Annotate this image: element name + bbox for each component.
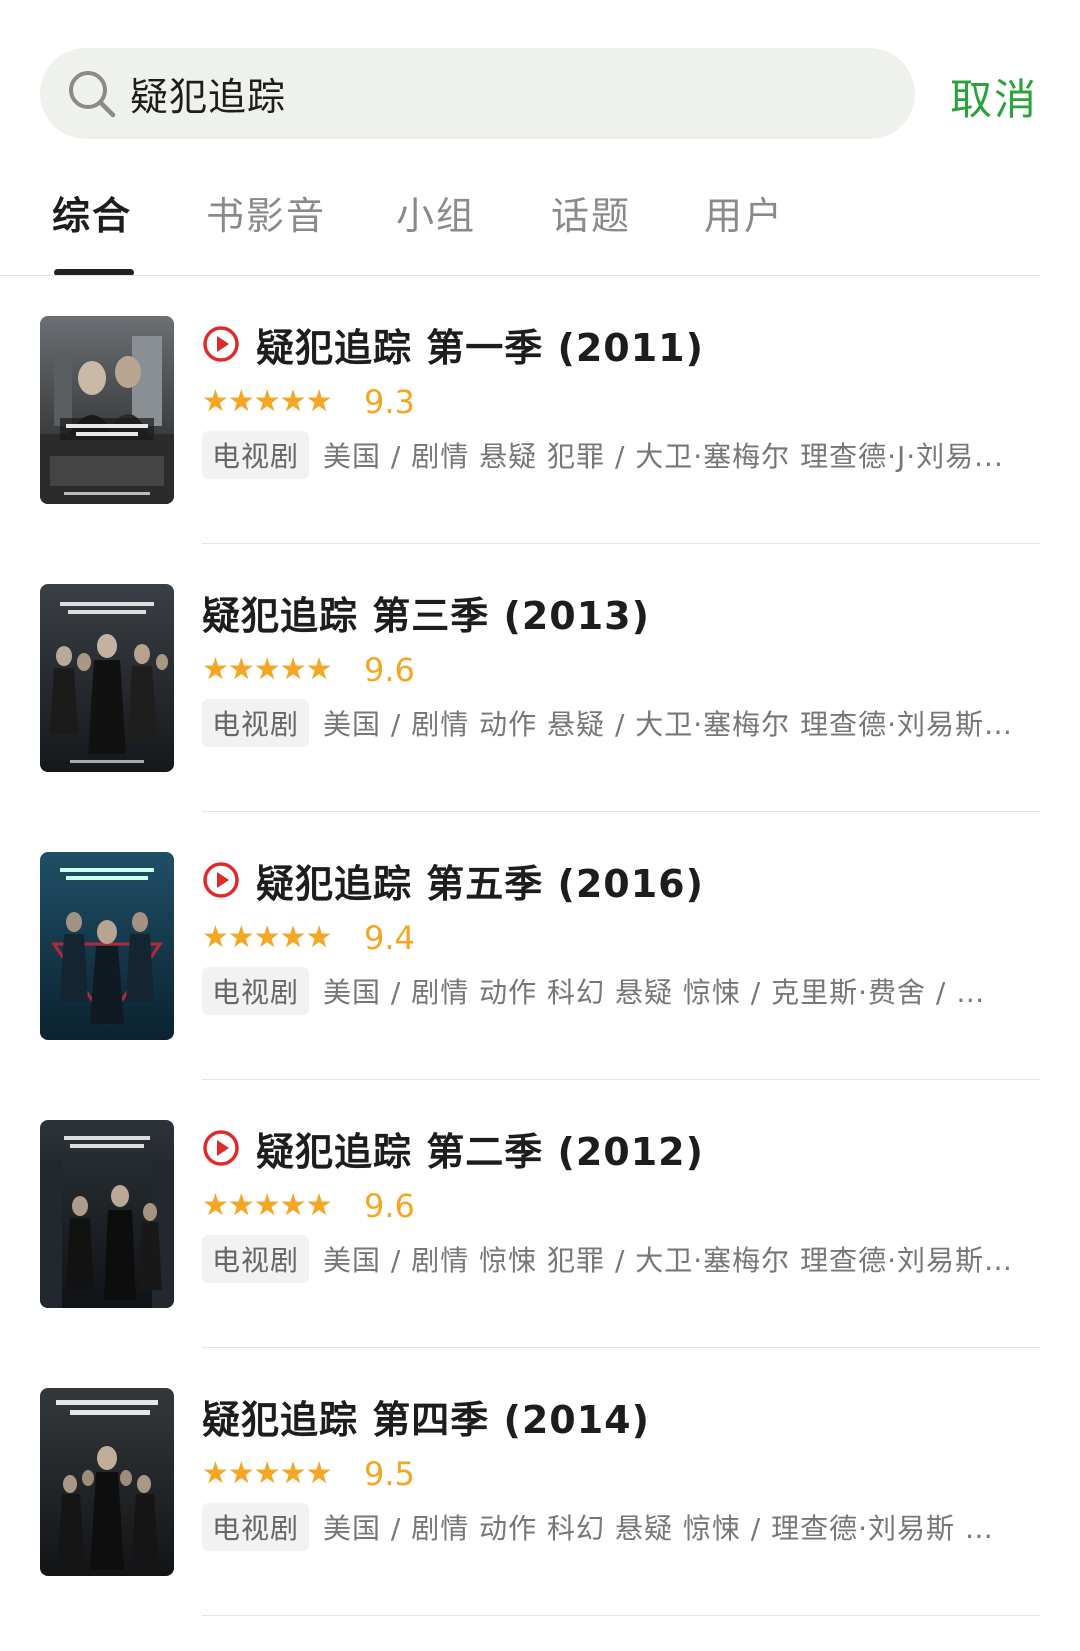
rating-score: 9.3	[364, 383, 415, 421]
poster-image[interactable]	[40, 1388, 174, 1576]
result-item[interactable]: 疑犯追踪 第三季 (2013) ★★★★★ ★★★★★ 9.6 电视剧 美国 /…	[0, 544, 1080, 812]
result-meta: 美国 / 剧情 惊悚 犯罪 / 大卫·塞梅尔 理查德·刘易斯...	[323, 1244, 1014, 1277]
rating-score: 9.6	[364, 1187, 415, 1225]
poster-image[interactable]	[40, 852, 174, 1040]
rating-stars: ★★★★★ ★★★★★	[202, 387, 332, 417]
search-bar[interactable]: 疑犯追踪	[40, 48, 915, 139]
result-title: 疑犯追踪 第三季 (2013)	[202, 593, 650, 638]
type-badge: 电视剧	[202, 431, 310, 479]
tab-groups[interactable]: 小组	[396, 185, 476, 240]
result-meta: 美国 / 剧情 悬疑 犯罪 / 大卫·塞梅尔 理查德·J·刘易...	[323, 440, 1004, 473]
type-badge: 电视剧	[202, 1503, 310, 1551]
result-title: 疑犯追踪 第四季 (2014)	[202, 1397, 650, 1442]
result-item[interactable]: 疑犯追踪 第一季 (2011) ★★★★★ ★★★★★ 9.3 电视剧 美国 /…	[0, 276, 1080, 544]
poster-image[interactable]	[40, 1120, 174, 1308]
tab-topics[interactable]: 话题	[551, 185, 631, 240]
row-divider	[202, 1615, 1040, 1616]
play-icon	[203, 862, 239, 898]
result-title: 疑犯追踪 第一季 (2011)	[256, 325, 704, 370]
poster-art	[40, 316, 174, 504]
poster-art	[40, 1388, 174, 1576]
rating-stars: ★★★★★ ★★★★★	[202, 1191, 332, 1221]
search-input[interactable]: 疑犯追踪	[130, 66, 286, 121]
cancel-button[interactable]: 取消	[950, 66, 1038, 127]
poster-image[interactable]	[40, 584, 174, 772]
poster-image[interactable]	[40, 316, 174, 504]
rating-stars: ★★★★★ ★★★★★	[202, 923, 332, 953]
poster-art	[40, 584, 174, 772]
rating-score: 9.6	[364, 651, 415, 689]
play-icon	[203, 326, 239, 362]
result-meta: 美国 / 剧情 动作 悬疑 / 大卫·塞梅尔 理查德·刘易斯...	[323, 708, 1014, 741]
play-icon	[203, 1130, 239, 1166]
poster-art	[40, 1120, 174, 1308]
rating-stars: ★★★★★ ★★★★★	[202, 1459, 332, 1489]
tab-users[interactable]: 用户	[704, 185, 784, 240]
rating-stars: ★★★★★ ★★★★★	[202, 655, 332, 685]
rating-score: 9.5	[364, 1455, 415, 1493]
result-title: 疑犯追踪 第五季 (2016)	[256, 861, 704, 906]
rating-score: 9.4	[364, 919, 415, 957]
result-item[interactable]: 疑犯追踪 第五季 (2016) ★★★★★ ★★★★★ 9.4 电视剧 美国 /…	[0, 812, 1080, 1080]
search-icon	[69, 70, 116, 117]
result-item[interactable]: 疑犯追踪 第二季 (2012) ★★★★★ ★★★★★ 9.6 电视剧 美国 /…	[0, 1080, 1080, 1348]
result-title: 疑犯追踪 第二季 (2012)	[256, 1129, 704, 1174]
result-meta: 美国 / 剧情 动作 科幻 悬疑 惊悚 / 理查德·刘易斯 大...	[323, 1512, 1014, 1545]
result-list: 疑犯追踪 第一季 (2011) ★★★★★ ★★★★★ 9.3 电视剧 美国 /…	[0, 276, 1080, 1616]
result-meta: 美国 / 剧情 动作 科幻 悬疑 惊悚 / 克里斯·费舍 / 吉...	[323, 976, 1014, 1009]
type-badge: 电视剧	[202, 1235, 310, 1283]
result-item[interactable]: 疑犯追踪 第四季 (2014) ★★★★★ ★★★★★ 9.5 电视剧 美国 /…	[0, 1348, 1080, 1616]
poster-art	[40, 852, 174, 1040]
tab-media[interactable]: 书影音	[206, 185, 326, 240]
type-badge: 电视剧	[202, 967, 310, 1015]
tab-all[interactable]: 综合	[52, 185, 132, 240]
tab-bar: 综合 书影音 小组 话题 用户	[0, 185, 1080, 275]
type-badge: 电视剧	[202, 699, 310, 747]
